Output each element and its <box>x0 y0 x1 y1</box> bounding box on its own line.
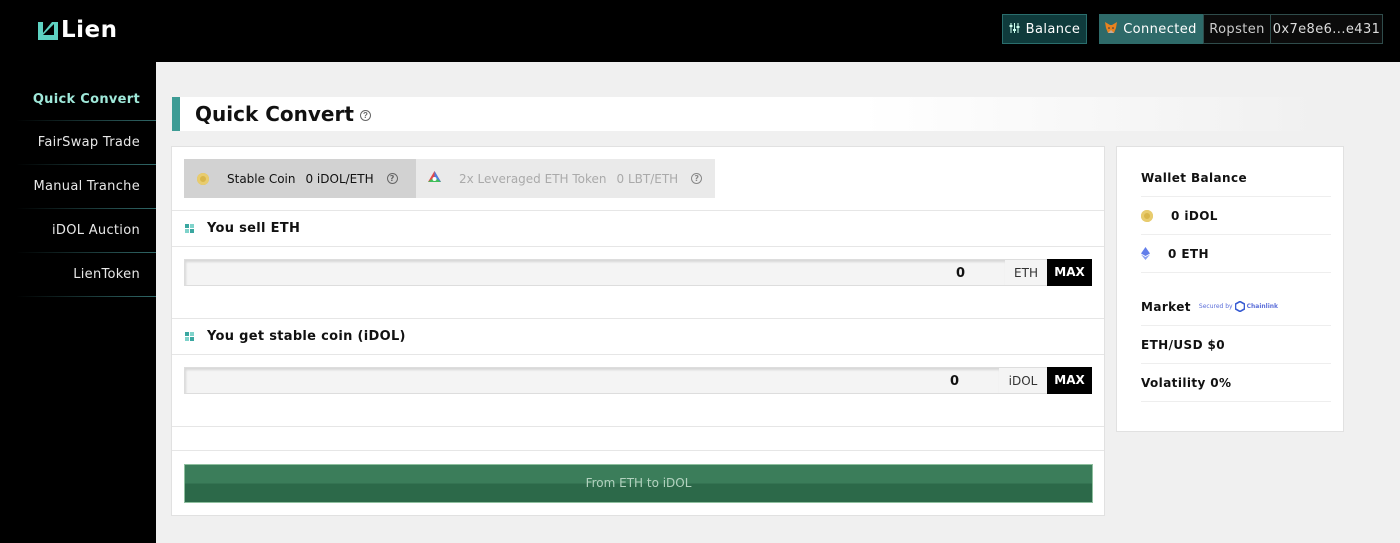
tab-stable-coin[interactable]: Stable Coin 0 iDOL/ETH ? <box>184 159 416 198</box>
tab-leveraged-value: 0 LBT/ETH <box>616 171 679 186</box>
wallet-connected-button[interactable]: Connected <box>1099 14 1203 44</box>
divider <box>172 450 1104 451</box>
help-icon[interactable]: ? <box>360 110 371 121</box>
ethereum-icon <box>1141 247 1150 260</box>
top-header: Lien Balance Connected Ropsten 0x7e8e6..… <box>0 0 1400 62</box>
market-row: Market Secured by Chainlink <box>1141 288 1331 326</box>
sidebar-item-manual-tranche[interactable]: Manual Tranche <box>0 179 140 194</box>
sidebar-item-idol-auction[interactable]: iDOL Auction <box>0 223 140 238</box>
secured-by-label: Secured by <box>1198 303 1233 310</box>
idol-coin-icon <box>1141 209 1153 222</box>
tab-leveraged-label: 2x Leveraged ETH Token <box>459 171 607 186</box>
volatility-row: Volatility 0% <box>1141 364 1331 402</box>
lien-logo-icon <box>38 20 58 40</box>
get-amount-input[interactable]: 0 <box>184 367 999 394</box>
divider <box>172 426 1104 427</box>
idol-balance-row: 0 iDOL <box>1141 197 1331 235</box>
chainlink-badge: Secured by Chainlink <box>1199 301 1278 312</box>
get-unit: iDOL <box>999 367 1047 394</box>
page-title-bar: Quick Convert ? <box>172 97 1322 131</box>
nav-divider <box>16 120 156 121</box>
get-input-group: 0 iDOL MAX <box>184 367 1092 394</box>
eth-balance: 0 ETH <box>1168 246 1209 261</box>
sell-unit: ETH <box>1005 259 1047 286</box>
network-label: Ropsten <box>1203 14 1271 44</box>
get-section-header: You get stable coin (iDOL) <box>172 318 1104 355</box>
sidebar-nav: Quick Convert FairSwap Trade Manual Tran… <box>0 62 156 543</box>
idol-coin-icon <box>197 172 209 185</box>
main-content: Quick Convert ? Stable Coin 0 iDOL/ETH ?… <box>156 62 1400 543</box>
chainlink-label: Chainlink <box>1246 303 1279 310</box>
sell-input-group: 0 ETH MAX <box>184 259 1092 286</box>
tab-stable-value: 0 iDOL/ETH <box>305 171 374 186</box>
grid-icon <box>185 331 195 342</box>
wallet-balance-panel: Wallet Balance 0 iDOL 0 ETH Market Secur… <box>1116 146 1344 432</box>
nav-divider <box>16 296 156 297</box>
sidebar-item-lientoken[interactable]: LienToken <box>0 267 140 282</box>
sell-label: You sell ETH <box>207 221 301 236</box>
lbt-token-icon <box>428 170 441 187</box>
eth-usd-row: ETH/USD $0 <box>1141 326 1331 364</box>
eth-balance-row: 0 ETH <box>1141 235 1331 273</box>
convert-card: Stable Coin 0 iDOL/ETH ? 2x Leveraged ET… <box>171 146 1105 516</box>
sell-max-button[interactable]: MAX <box>1047 259 1092 286</box>
tab-stable-label: Stable Coin <box>227 171 296 186</box>
help-icon[interactable]: ? <box>386 173 398 184</box>
sell-section-header: You sell ETH <box>172 210 1104 247</box>
sidebar-item-quick-convert[interactable]: Quick Convert <box>0 92 140 107</box>
market-label: Market <box>1141 299 1191 314</box>
get-label: You get stable coin (iDOL) <box>207 329 406 344</box>
idol-balance: 0 iDOL <box>1171 208 1218 223</box>
help-icon[interactable]: ? <box>691 173 703 184</box>
convert-button[interactable]: From ETH to iDOL <box>184 464 1093 503</box>
nav-divider <box>16 252 156 253</box>
metamask-fox-icon <box>1105 21 1118 37</box>
sidebar-item-fairswap-trade[interactable]: FairSwap Trade <box>0 135 140 150</box>
page-title: Quick Convert <box>195 102 354 126</box>
lien-logo[interactable]: Lien <box>38 17 118 43</box>
get-max-button[interactable]: MAX <box>1047 367 1092 394</box>
title-accent-bar <box>172 97 180 131</box>
sliders-icon <box>1009 22 1020 37</box>
sell-amount-input[interactable]: 0 <box>184 259 1005 286</box>
nav-divider <box>16 164 156 165</box>
chainlink-icon <box>1234 301 1245 312</box>
wallet-address[interactable]: 0x7e8e6...e431 <box>1270 14 1383 44</box>
tab-leveraged-eth[interactable]: 2x Leveraged ETH Token 0 LBT/ETH ? <box>416 159 715 198</box>
grid-icon <box>185 223 195 234</box>
connected-label: Connected <box>1123 21 1197 37</box>
wallet-title: Wallet Balance <box>1141 159 1331 197</box>
logo-text: Lien <box>61 17 118 43</box>
balance-button[interactable]: Balance <box>1002 14 1087 44</box>
balance-label: Balance <box>1025 21 1081 37</box>
nav-divider <box>16 208 156 209</box>
